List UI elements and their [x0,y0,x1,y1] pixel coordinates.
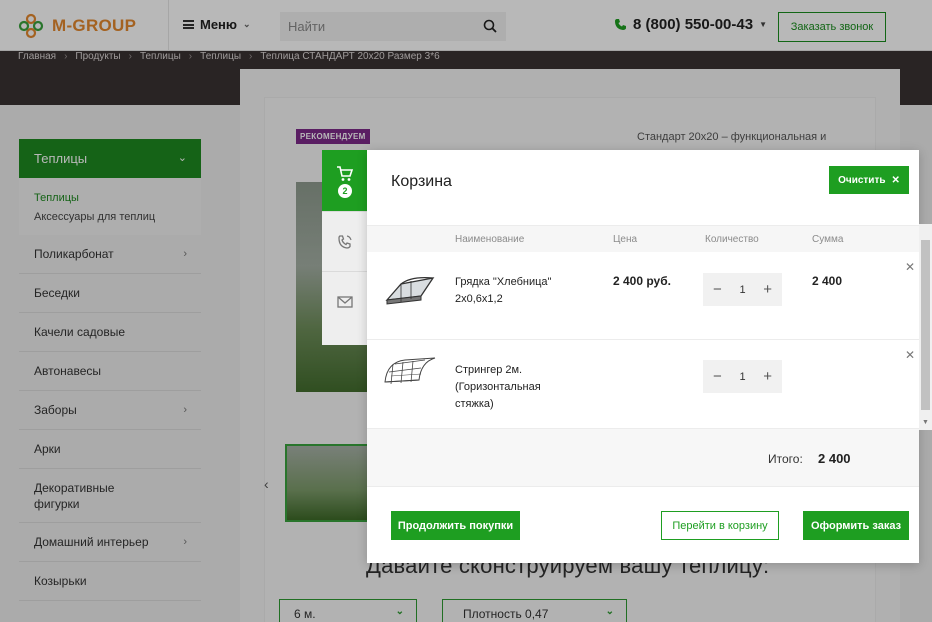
cart-count-badge: 2 [338,184,352,198]
product-image[interactable] [381,266,439,312]
go-to-cart-button[interactable]: Перейти в корзину [661,511,779,540]
checkout-button[interactable]: Оформить заказ [803,511,909,540]
plus-button[interactable]: + [763,281,772,298]
total-value: 2 400 [818,451,851,466]
cart-item-name[interactable]: Стрингер 2м. (Горизонтальная стяжка) [455,362,565,413]
continue-shopping-button[interactable]: Продолжить покупки [391,511,520,540]
clear-cart-button[interactable]: Очистить ✕ [829,166,909,194]
column-header-qty: Количество [705,234,759,245]
clear-cart-label: Очистить [838,174,886,186]
tab-cart[interactable]: 2 [322,150,368,212]
minus-button[interactable]: − [713,368,722,385]
cart-icon [337,165,354,181]
plus-button[interactable]: + [763,368,772,385]
cart-side-tabs: 2 [322,150,368,345]
quantity-stepper: − 1 + [703,360,782,393]
product-image[interactable] [381,352,439,398]
cart-row: Стрингер 2м. (Горизонтальная стяжка) − 1… [367,340,919,429]
close-icon: ✕ [891,174,900,186]
remove-item-icon[interactable]: ✕ [905,348,915,362]
cart-panel: Корзина Очистить ✕ Наименование Цена Кол… [367,150,919,563]
remove-item-icon[interactable]: ✕ [905,260,915,274]
cart-item-name[interactable]: Грядка "Хлебница" 2х0,6х1,2 [455,274,565,308]
scrollbar-thumb[interactable] [921,240,930,410]
scroll-down-icon[interactable]: ▼ [922,419,929,426]
tab-message[interactable] [322,272,368,332]
quantity-value[interactable]: 1 [739,284,745,296]
envelope-icon [337,296,353,308]
cart-row: Грядка "Хлебница" 2х0,6х1,2 2 400 руб. −… [367,252,919,340]
quantity-stepper: − 1 + [703,273,782,306]
quantity-value[interactable]: 1 [739,371,745,383]
cart-table-header: Наименование Цена Количество Сумма [367,225,919,252]
column-header-sum: Сумма [812,234,844,245]
cart-totals: Итого: 2 400 [367,429,919,487]
cart-item-price: 2 400 руб. [613,274,671,288]
cart-title: Корзина [391,173,452,190]
phone-call-icon [338,234,352,249]
total-label: Итого: [768,452,803,466]
tab-callback[interactable] [322,212,368,272]
cart-item-sum: 2 400 [812,274,843,288]
column-header-name: Наименование [455,234,525,245]
column-header-price: Цена [613,234,638,245]
minus-button[interactable]: − [713,281,722,298]
